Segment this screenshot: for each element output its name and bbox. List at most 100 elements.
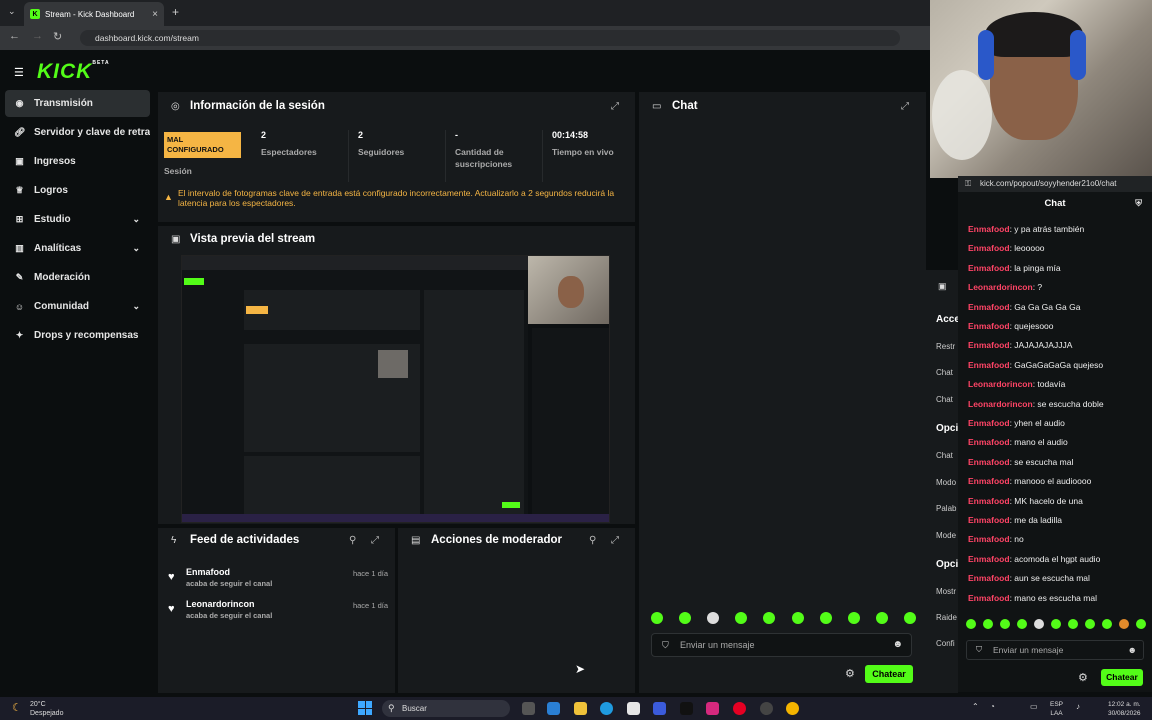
chat-username[interactable]: Enmafood xyxy=(968,263,1010,273)
settings-item[interactable]: Chat xyxy=(936,368,953,377)
network-icon[interactable]: ◔ xyxy=(990,702,995,711)
weather-widget[interactable]: 20°C Despejado xyxy=(30,700,63,718)
settings-item[interactable]: Mode xyxy=(936,531,956,540)
settings-item[interactable]: Modo xyxy=(936,478,956,487)
instagram-icon[interactable] xyxy=(706,702,719,715)
emote-icon[interactable] xyxy=(966,619,976,629)
language-indicator[interactable]: ESP LAA xyxy=(1050,700,1063,718)
filter-icon[interactable]: ⚲ xyxy=(349,535,356,546)
copilot-icon[interactable] xyxy=(547,702,560,715)
battery-icon[interactable]: ▭ xyxy=(1030,702,1038,711)
emote-icon[interactable] xyxy=(1000,619,1010,629)
chat-username[interactable]: Enmafood xyxy=(968,593,1010,603)
emote-icon[interactable] xyxy=(1034,619,1044,629)
emote-icon[interactable] xyxy=(707,612,720,624)
gear-icon[interactable]: ⚙ xyxy=(845,667,855,680)
chat-send-button[interactable]: Chatear xyxy=(865,665,913,683)
emoji-icon[interactable]: ☻ xyxy=(1128,641,1137,659)
sidebar-item-moderacion[interactable]: ✎ Moderación xyxy=(5,264,150,291)
chat-username[interactable]: Enmafood xyxy=(968,321,1010,331)
popout-send-button[interactable]: Chatear xyxy=(1101,669,1143,686)
chat-username[interactable]: Enmafood xyxy=(968,573,1010,583)
app-icon[interactable] xyxy=(653,702,666,715)
settings-item[interactable]: Palab xyxy=(936,504,956,513)
tiktok-icon[interactable] xyxy=(680,702,693,715)
expand-icon[interactable]: ⤢ xyxy=(611,101,619,112)
emote-icon[interactable] xyxy=(651,612,663,624)
task-view-icon[interactable] xyxy=(522,702,535,715)
sidebar-item-ingresos[interactable]: ▣ Ingresos xyxy=(5,148,150,175)
feed-user[interactable]: Enmafood xyxy=(186,567,230,577)
sidebar-item-transmision[interactable]: ◉ Transmisión xyxy=(5,90,150,117)
edge-icon[interactable] xyxy=(600,702,613,715)
url-field[interactable]: dashboard.kick.com/stream xyxy=(80,30,900,46)
site-settings-icon[interactable]: ⚿ xyxy=(965,176,971,192)
feed-user[interactable]: Leonardorincon xyxy=(186,599,255,609)
sidebar-item-drops[interactable]: ✦ Drops y recompensas xyxy=(5,322,150,349)
expand-icon[interactable]: ⤢ xyxy=(611,535,619,546)
chat-username[interactable]: Enmafood xyxy=(968,302,1010,312)
new-tab-icon[interactable]: + xyxy=(172,5,179,19)
chat-username[interactable]: Enmafood xyxy=(968,476,1010,486)
emote-icon[interactable] xyxy=(1136,619,1146,629)
chat-username[interactable]: Leonardorincon xyxy=(968,379,1033,389)
expand-icon[interactable]: ⤢ xyxy=(371,535,379,546)
emoji-icon[interactable]: ☻ xyxy=(892,634,903,656)
chat-username[interactable]: Enmafood xyxy=(968,224,1010,234)
emote-icon[interactable] xyxy=(903,612,916,624)
settings-item[interactable]: Mostr xyxy=(936,587,956,596)
chat-username[interactable]: Enmafood xyxy=(968,515,1010,525)
emote-icon[interactable] xyxy=(1017,619,1027,629)
emote-icon[interactable] xyxy=(875,612,888,624)
emote-icon[interactable] xyxy=(1051,619,1061,629)
settings-item[interactable]: Chat xyxy=(936,451,953,460)
emote-icon[interactable] xyxy=(735,612,748,624)
pinterest-icon[interactable] xyxy=(733,702,746,715)
menu-icon[interactable]: ☰ xyxy=(14,66,24,79)
browser-tab[interactable]: K Stream - Kick Dashboard × xyxy=(24,2,164,26)
stream-preview-video[interactable] xyxy=(181,255,610,523)
chat-username[interactable]: Enmafood xyxy=(968,457,1010,467)
sidebar-item-estudio[interactable]: ⊞ Estudio ⌄ xyxy=(5,206,150,233)
chat-username[interactable]: Leonardorincon xyxy=(968,282,1033,292)
chat-username[interactable]: Enmafood xyxy=(968,340,1010,350)
back-icon[interactable]: ← xyxy=(9,30,20,42)
taskbar-clock[interactable]: 12:02 a. m. 30/08/2026 xyxy=(1108,700,1141,718)
chat-username[interactable]: Enmafood xyxy=(968,418,1010,428)
emote-icon[interactable] xyxy=(679,612,692,624)
gear-icon[interactable]: ⚙ xyxy=(1078,671,1088,684)
obs-icon[interactable] xyxy=(760,702,773,715)
emote-icon[interactable] xyxy=(1085,619,1095,629)
taskbar-search[interactable]: ⚲ Buscar xyxy=(382,700,510,717)
tray-expand-icon[interactable]: ⌃ xyxy=(972,702,979,711)
popout-message-input[interactable]: ⛉ Enviar un mensaje ☻ xyxy=(966,640,1144,660)
emote-icon[interactable] xyxy=(763,612,776,624)
emote-icon[interactable] xyxy=(1119,619,1129,629)
emote-icon[interactable] xyxy=(819,612,832,624)
emote-icon[interactable] xyxy=(791,612,804,624)
reload-icon[interactable]: ↻ xyxy=(53,30,62,43)
emote-icon[interactable] xyxy=(1102,619,1112,629)
settings-item[interactable]: Raide xyxy=(936,613,957,622)
settings-item[interactable]: Confi xyxy=(936,639,955,648)
windows-start-icon[interactable] xyxy=(358,701,372,715)
filter-icon[interactable]: ⚲ xyxy=(589,535,596,546)
chat-message-input[interactable]: ⛉ Enviar un mensaje ☻ xyxy=(651,633,912,657)
emote-icon[interactable] xyxy=(983,619,993,629)
sidebar-item-comunidad[interactable]: ☺ Comunidad ⌄ xyxy=(5,293,150,320)
store-icon[interactable] xyxy=(627,702,640,715)
tab-list-icon[interactable]: ⌄ xyxy=(8,6,16,17)
settings-item[interactable]: Chat xyxy=(936,395,953,404)
chrome-icon[interactable] xyxy=(786,702,799,715)
emote-icon[interactable] xyxy=(1068,619,1078,629)
chat-username[interactable]: Enmafood xyxy=(968,534,1010,544)
file-explorer-icon[interactable] xyxy=(574,702,587,715)
chat-username[interactable]: Enmafood xyxy=(968,243,1010,253)
user-list-icon[interactable]: ⛨ xyxy=(1135,198,1142,209)
chat-username[interactable]: Enmafood xyxy=(968,437,1010,447)
close-tab-icon[interactable]: × xyxy=(152,9,158,20)
sidebar-item-servidor[interactable]: 🔗︎ Servidor y clave de retransmisión xyxy=(5,119,150,146)
chat-username[interactable]: Enmafood xyxy=(968,554,1010,564)
settings-item[interactable]: Restr xyxy=(936,342,955,351)
emote-icon[interactable] xyxy=(847,612,860,624)
